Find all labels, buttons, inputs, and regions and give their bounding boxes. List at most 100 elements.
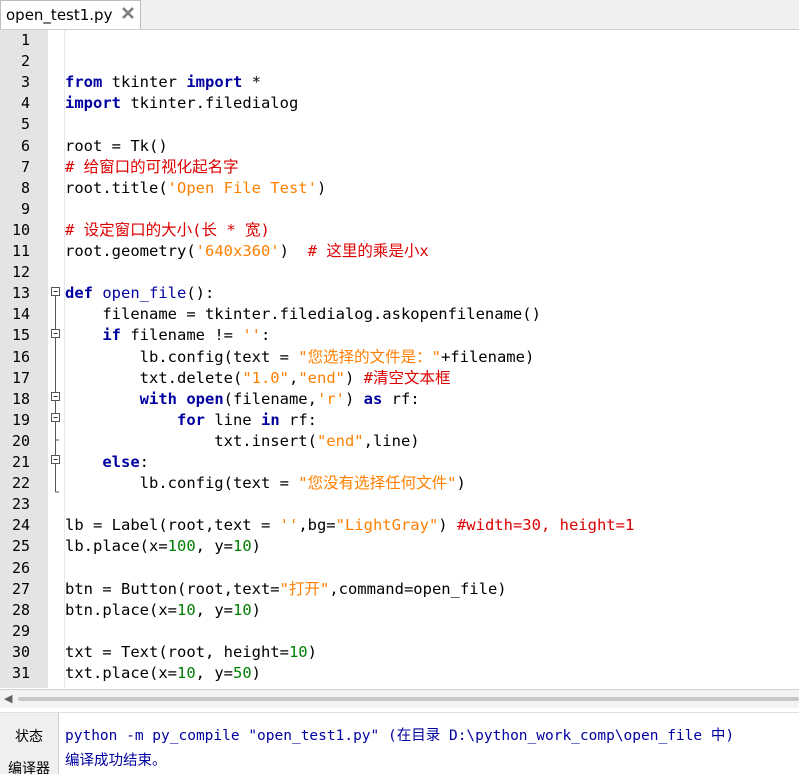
line-number: 25 (11, 537, 30, 556)
code-token: rf: (382, 389, 420, 408)
code-editor[interactable]: 1 2 3 4 5 6 7 8 9 10 11 12 13 14 15 16 17 18 19 20 21 22 23 24 2… (0, 30, 799, 688)
code-token: "打开" (279, 579, 330, 598)
file-tab-label: open_test1.py (6, 6, 113, 24)
code-token: txt.place(x= (65, 664, 177, 682)
fold-markers[interactable] (48, 30, 64, 688)
code-token: root.title( (65, 178, 168, 197)
code-token: ,bg= (298, 516, 336, 535)
line-number: 28 (11, 600, 30, 619)
line-number: 1 (20, 31, 30, 49)
code-token: line (204, 410, 261, 429)
close-x-icon[interactable] (120, 5, 136, 21)
code-token: tkinter.filedialog (121, 94, 299, 113)
code-token: from (65, 73, 103, 92)
code-token: ) (307, 642, 317, 661)
code-token: def (65, 284, 93, 303)
code-token: with (139, 389, 177, 408)
horizontal-scrollbar[interactable]: ◀ (0, 689, 799, 708)
code-token: , y= (195, 664, 233, 682)
code-token: #清空文本框 (363, 368, 451, 387)
code-token: ) (316, 178, 327, 197)
fold-margin (48, 30, 65, 688)
line-number: 20 (11, 431, 30, 450)
scroll-left-arrow-icon[interactable]: ◀ (4, 692, 12, 705)
code-token: txt.insert( (65, 431, 317, 450)
line-number: 23 (11, 495, 30, 514)
line-number: 21 (11, 453, 30, 471)
code-line[interactable]: root.title('Open File Test') (65, 178, 326, 199)
code-line[interactable]: with open(filename,'r') as rf: (65, 389, 420, 410)
output-line: 编译成功结束。 (65, 753, 167, 769)
code-token: ) (279, 242, 308, 260)
code-token: "1.0" (242, 368, 289, 387)
code-token: 10 (232, 600, 252, 619)
code-line[interactable]: def open_file(): (65, 283, 214, 304)
code-token: "LightGray" (335, 516, 439, 535)
code-line[interactable]: root = Tk() (65, 136, 168, 157)
code-token: ) (345, 368, 364, 387)
code-token: (): (186, 284, 215, 303)
tab-compiler[interactable]: 编译器 (0, 758, 58, 778)
code-line[interactable]: lb.config(text = "您选择的文件是："+filename) (65, 347, 535, 368)
tab-status[interactable]: 状态 (0, 726, 58, 746)
line-number: 10 (11, 220, 30, 239)
code-token: # 给窗口的可视化起名字 (65, 157, 239, 176)
code-token: as (363, 389, 383, 408)
code-line[interactable]: btn = Button(root,text="打开",command=open… (65, 579, 507, 600)
code-token: : (139, 453, 149, 471)
code-line[interactable]: lb.config(text = "您没有选择任何文件") (65, 473, 466, 494)
code-line[interactable]: import tkinter.filedialog (65, 93, 298, 114)
code-line[interactable]: # 给窗口的可视化起名字 (65, 157, 239, 178)
code-token: (filename, (223, 389, 317, 408)
code-token: ) (251, 664, 261, 682)
code-line[interactable]: if filename != '': (65, 325, 270, 346)
line-number: 5 (20, 115, 30, 134)
line-number: 14 (11, 305, 30, 324)
line-number: 6 (20, 136, 30, 155)
code-token: : (261, 326, 271, 345)
line-number: 3 (20, 73, 30, 92)
line-number: 7 (20, 157, 30, 176)
code-line[interactable]: txt = Text(root, height=10) (65, 642, 317, 663)
code-token: in (260, 410, 280, 429)
code-token: for (176, 410, 205, 429)
code-line[interactable]: txt.insert("end",line) (65, 431, 419, 452)
code-token: open (186, 389, 224, 408)
file-tab[interactable]: open_test1.py (0, 0, 141, 29)
code-line[interactable]: lb = Label(root,text = '',bg="LightGray"… (65, 515, 634, 536)
code-token: txt.delete( (65, 368, 243, 387)
code-line[interactable]: btn.place(x=10, y=10) (65, 600, 261, 621)
code-line[interactable]: filename = tkinter.filedialog.askopenfil… (65, 304, 541, 325)
line-number: 26 (11, 558, 30, 577)
scrollbar-thumb[interactable] (18, 697, 799, 701)
line-number: 2 (20, 52, 30, 71)
code-line[interactable]: from tkinter import * (65, 72, 261, 93)
line-number: 4 (20, 94, 30, 113)
code-token: rf: (279, 410, 317, 429)
line-number: 24 (11, 516, 30, 535)
code-token: ) (438, 516, 457, 535)
line-number: 22 (11, 474, 30, 493)
code-token: if (102, 326, 121, 345)
code-line[interactable]: # 设定窗口的大小(长 * 宽) (65, 220, 270, 241)
code-token: open_file (102, 284, 187, 303)
code-line[interactable]: lb.place(x=100, y=10) (65, 536, 261, 557)
code-line[interactable]: txt.place(x=10, y=50) (65, 663, 261, 684)
code-line[interactable]: txt.delete("1.0","end") #清空文本框 (65, 368, 451, 389)
code-token: ) (344, 389, 364, 408)
code-token: 10 (232, 537, 252, 556)
code-line[interactable]: root.geometry('640x360') # 这里的乘是小x (65, 241, 429, 262)
code-token: '' (242, 326, 261, 345)
code-token: , y= (195, 537, 233, 556)
code-token: '' (279, 516, 299, 535)
code-line[interactable]: for line in rf: (65, 410, 317, 431)
code-token: * (242, 73, 261, 92)
line-number: 9 (20, 199, 30, 218)
code-token: '640x360' (195, 242, 280, 260)
code-line[interactable]: else: (65, 452, 149, 473)
line-number: 19 (11, 410, 30, 429)
